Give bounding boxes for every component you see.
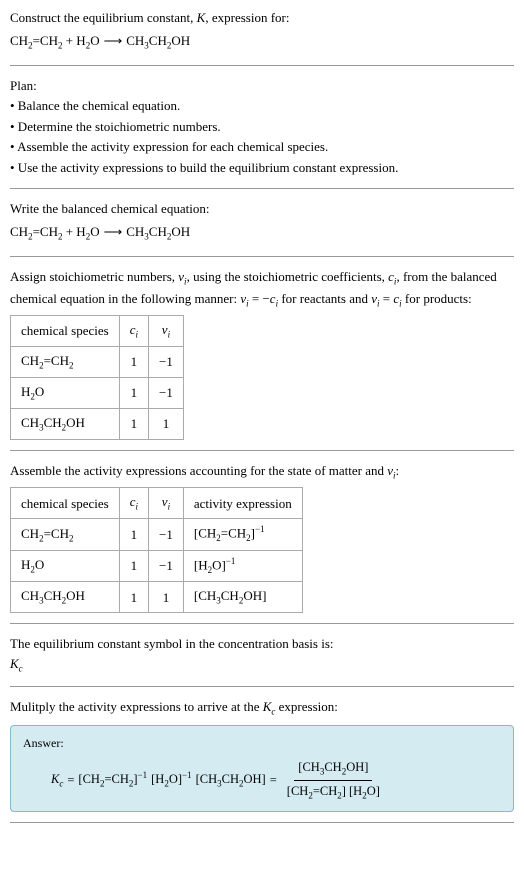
section-plan: Plan: • Balance the chemical equation. •…: [10, 76, 514, 190]
table-header: chemical species: [11, 315, 120, 346]
table-header: νi: [149, 315, 184, 346]
plan-item: • Assemble the activity expression for e…: [10, 137, 514, 157]
table-cell: [H2O]−1: [183, 550, 302, 581]
table-cell: H2O: [11, 550, 120, 581]
section-balanced: Write the balanced chemical equation: CH…: [10, 199, 514, 257]
kc-symbol: Kc: [10, 654, 514, 676]
kc-symbol-intro: The equilibrium constant symbol in the c…: [10, 634, 514, 654]
table-cell: 1: [149, 409, 184, 440]
multiply-intro: Mulitply the activity expressions to arr…: [10, 697, 514, 719]
question-equation: CH2=CH2 + H2O⟶CH3CH2OH: [10, 31, 514, 53]
term: [H2O]−1: [151, 769, 191, 791]
table-cell: 1: [149, 582, 184, 613]
kc-var: Kc: [51, 770, 63, 791]
table-header: activity expression: [183, 488, 302, 519]
table-header-row: chemical species ci νi activity expressi…: [11, 488, 303, 519]
section-multiply: Mulitply the activity expressions to arr…: [10, 697, 514, 823]
table-cell: H2O: [11, 378, 120, 409]
fraction: [CH3CH2OH] [CH2=CH2] [H2O]: [283, 758, 384, 803]
table-cell: 1: [119, 378, 148, 409]
table-cell: [CH3CH2OH]: [183, 582, 302, 613]
table-cell: −1: [149, 378, 184, 409]
fraction-denominator: [CH2=CH2] [H2O]: [283, 781, 384, 803]
plan-title: Plan:: [10, 76, 514, 96]
table-row: CH3CH2OH 1 1: [11, 409, 184, 440]
table-cell: CH2=CH2: [11, 346, 120, 377]
balanced-equation: CH2=CH2 + H2O⟶CH3CH2OH: [10, 222, 514, 244]
table-row: CH3CH2OH 1 1 [CH3CH2OH]: [11, 582, 303, 613]
section-stoich: Assign stoichiometric numbers, νi, using…: [10, 267, 514, 452]
answer-label: Answer:: [23, 734, 501, 752]
table-cell: −1: [149, 550, 184, 581]
equals: =: [270, 771, 277, 790]
term: [CH2=CH2]−1: [78, 769, 147, 791]
section-activity: Assemble the activity expressions accoun…: [10, 461, 514, 624]
table-row: CH2=CH2 1 −1 [CH2=CH2]−1: [11, 519, 303, 550]
answer-box: Answer: Kc = [CH2=CH2]−1 [H2O]−1 [CH3CH2…: [10, 725, 514, 812]
activity-intro: Assemble the activity expressions accoun…: [10, 461, 514, 483]
table-cell: −1: [149, 346, 184, 377]
equals: =: [67, 771, 74, 790]
table-cell: 1: [119, 519, 148, 550]
table-header: ci: [119, 488, 148, 519]
table-header: ci: [119, 315, 148, 346]
table-header: chemical species: [11, 488, 120, 519]
section-question: Construct the equilibrium constant, K, e…: [10, 8, 514, 66]
balanced-intro: Write the balanced chemical equation:: [10, 199, 514, 219]
term: [CH3CH2OH]: [196, 770, 266, 791]
table-cell: 1: [119, 409, 148, 440]
table-cell: CH3CH2OH: [11, 582, 120, 613]
table-cell: 1: [119, 550, 148, 581]
plan-list: • Balance the chemical equation. • Deter…: [10, 96, 514, 177]
stoich-table: chemical species ci νi CH2=CH2 1 −1 H2O …: [10, 315, 184, 440]
table-cell: CH3CH2OH: [11, 409, 120, 440]
plan-item: • Determine the stoichiometric numbers.: [10, 117, 514, 137]
activity-table: chemical species ci νi activity expressi…: [10, 487, 303, 613]
plan-item: • Balance the chemical equation.: [10, 96, 514, 116]
table-header: νi: [149, 488, 184, 519]
section-kc-symbol: The equilibrium constant symbol in the c…: [10, 634, 514, 687]
kc-expression: Kc = [CH2=CH2]−1 [H2O]−1 [CH3CH2OH] = [C…: [23, 758, 501, 803]
fraction-numerator: [CH3CH2OH]: [294, 758, 372, 781]
table-cell: [CH2=CH2]−1: [183, 519, 302, 550]
table-cell: −1: [149, 519, 184, 550]
plan-item: • Use the activity expressions to build …: [10, 158, 514, 178]
table-row: CH2=CH2 1 −1: [11, 346, 184, 377]
table-cell: 1: [119, 346, 148, 377]
table-row: H2O 1 −1: [11, 378, 184, 409]
table-header-row: chemical species ci νi: [11, 315, 184, 346]
table-cell: CH2=CH2: [11, 519, 120, 550]
question-intro: Construct the equilibrium constant, K, e…: [10, 8, 514, 28]
table-cell: 1: [119, 582, 148, 613]
table-row: H2O 1 −1 [H2O]−1: [11, 550, 303, 581]
stoich-intro: Assign stoichiometric numbers, νi, using…: [10, 267, 514, 311]
